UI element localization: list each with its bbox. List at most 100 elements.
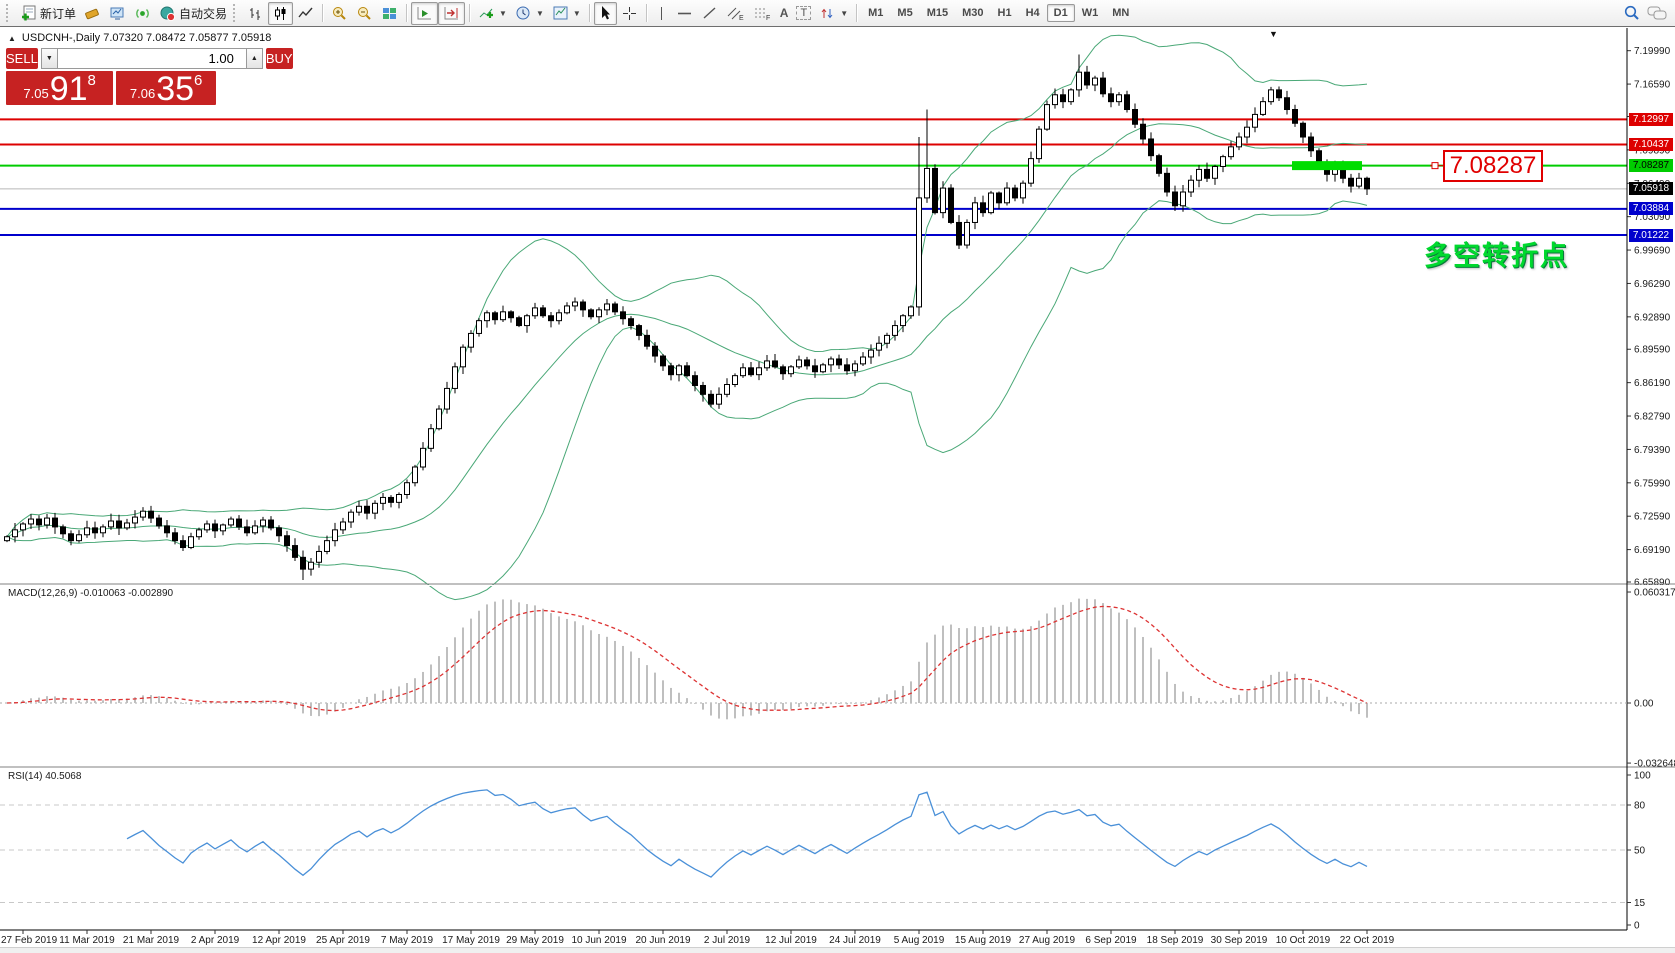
highlight-segment[interactable]	[1292, 161, 1362, 170]
indicators-button[interactable]: ▼	[474, 2, 511, 25]
autotrading-label: 自动交易	[179, 5, 227, 22]
svg-text:6.89590: 6.89590	[1634, 345, 1671, 356]
trendline-icon	[701, 5, 718, 22]
candlestick-chart-button[interactable]	[268, 2, 293, 25]
chart-menu-arrow-icon[interactable]: ▼	[1269, 29, 1278, 39]
tab-timeframe-H4[interactable]: H4	[1019, 4, 1047, 22]
svg-text:12 Apr 2019: 12 Apr 2019	[252, 935, 306, 946]
vertical-line-icon	[655, 5, 668, 22]
terminal-icon	[109, 5, 126, 22]
svg-text:6.79390: 6.79390	[1634, 445, 1671, 456]
svg-text:6.92890: 6.92890	[1634, 312, 1671, 323]
search-icon[interactable]	[1623, 4, 1641, 22]
candlestick-chart-icon	[272, 5, 289, 22]
svg-text:7 May 2019: 7 May 2019	[381, 935, 434, 946]
tile-windows-button[interactable]	[377, 2, 402, 25]
main-price-axis: 7.199907.165907.132907.098907.064907.030…	[1627, 46, 1671, 588]
channel-icon: E	[726, 5, 745, 22]
auto-scroll-button[interactable]	[411, 2, 438, 25]
crosshair-button[interactable]	[617, 2, 642, 25]
new-order-button[interactable]: 新订单	[16, 2, 80, 25]
tab-timeframe-MN[interactable]: MN	[1105, 4, 1136, 22]
tab-timeframe-M30[interactable]: M30	[955, 4, 990, 22]
tab-timeframe-H1[interactable]: H1	[991, 4, 1019, 22]
tab-timeframe-M1[interactable]: M1	[861, 4, 890, 22]
tab-timeframe-M15[interactable]: M15	[920, 4, 955, 22]
templates-button[interactable]: ▼	[548, 2, 585, 25]
zoom-in-button[interactable]	[327, 2, 352, 25]
vertical-line-button[interactable]	[651, 2, 672, 25]
line-chart-icon	[297, 5, 314, 22]
tab-timeframe-D1[interactable]: D1	[1047, 4, 1075, 22]
terminal-button[interactable]	[105, 2, 130, 25]
collapse-arrow-icon[interactable]: ▲	[8, 34, 16, 43]
buy-price-display[interactable]: 7.06 35 6	[116, 71, 216, 105]
sell-price-display[interactable]: 7.05 91 8	[6, 71, 113, 105]
svg-text:E: E	[739, 15, 744, 22]
autotrading-icon	[159, 5, 176, 22]
line-chart-button[interactable]	[293, 2, 318, 25]
turning-point-annotation: 多空转折点	[1424, 234, 1569, 273]
chat-icon[interactable]	[1647, 5, 1667, 21]
text-tool-label: A	[780, 6, 789, 20]
volume-input[interactable]	[58, 48, 246, 69]
chart-area[interactable]: 7.199907.165907.132907.098907.064907.030…	[0, 28, 1675, 953]
price-badge-7.08287: 7.08287	[1629, 159, 1673, 172]
macd-signal-line	[7, 606, 1367, 710]
sell-button[interactable]: SELL	[6, 48, 38, 69]
zoom-out-button[interactable]	[352, 2, 377, 25]
arrows-button[interactable]: ▼	[815, 2, 852, 25]
price-badge-7.05918: 7.05918	[1629, 182, 1673, 195]
indicators-caret-icon[interactable]: ▼	[499, 9, 507, 18]
fibonacci-button[interactable]: F	[749, 2, 776, 25]
rsi-line	[127, 790, 1367, 877]
toolbar-separator	[322, 4, 323, 22]
svg-text:6.99690: 6.99690	[1634, 246, 1671, 257]
rsi-label: RSI(14) 40.5068	[8, 771, 81, 782]
bar-chart-button[interactable]	[243, 2, 268, 25]
buy-button[interactable]: BUY	[266, 48, 293, 69]
fibonacci-icon: F	[753, 5, 772, 22]
price-badge-7.03884: 7.03884	[1629, 202, 1673, 215]
price-callout-box[interactable]: 7.08287	[1443, 150, 1543, 182]
svg-text:6.75990: 6.75990	[1634, 478, 1671, 489]
label-tool-label: T	[796, 6, 811, 20]
autotrading-button[interactable]: 自动交易	[155, 2, 231, 25]
toolbar-right-group	[1623, 4, 1671, 22]
toolbar-separator	[856, 4, 857, 22]
symbol-header: ▲USDCNH-,Daily 7.07320 7.08472 7.05877 7…	[8, 32, 271, 44]
periods-button[interactable]: ▼	[511, 2, 548, 25]
svg-text:80: 80	[1634, 801, 1646, 812]
volume-increase-button[interactable]: ▲	[246, 48, 263, 69]
price-badge-7.10437: 7.10437	[1629, 138, 1673, 151]
svg-text:15: 15	[1634, 898, 1646, 909]
svg-text:6.96290: 6.96290	[1634, 279, 1671, 290]
volume-decrease-button[interactable]: ▼	[41, 48, 58, 69]
toolbar-grip	[233, 4, 238, 22]
arrows-icon	[819, 5, 836, 22]
one-click-trading-panel: SELL ▼ ▲ BUY 7.05 91 8 7.06 35 6	[6, 48, 216, 105]
signals-button[interactable]	[130, 2, 155, 25]
svg-text:24 Jul 2019: 24 Jul 2019	[829, 935, 881, 946]
label-tool-button[interactable]: T	[792, 3, 815, 23]
chart-shift-icon	[442, 5, 461, 22]
svg-text:-0.032648: -0.032648	[1634, 759, 1675, 770]
zoom-in-icon	[331, 5, 348, 22]
price-level-lines	[0, 119, 1627, 235]
metaeditor-button[interactable]	[80, 2, 105, 25]
templates-caret-icon[interactable]: ▼	[573, 9, 581, 18]
svg-text:15 Aug 2019: 15 Aug 2019	[955, 935, 1012, 946]
tab-timeframe-W1[interactable]: W1	[1075, 4, 1106, 22]
periods-caret-icon[interactable]: ▼	[536, 9, 544, 18]
callout-anchor[interactable]	[1432, 163, 1438, 169]
main-toolbar: 新订单 自动交易	[0, 0, 1675, 27]
cursor-button[interactable]	[594, 2, 617, 25]
text-tool-button[interactable]: A	[776, 3, 793, 23]
horizontal-line-button[interactable]	[672, 2, 697, 25]
equidistant-channel-button[interactable]: E	[722, 2, 749, 25]
arrows-caret-icon[interactable]: ▼	[840, 9, 848, 18]
trendline-button[interactable]	[697, 2, 722, 25]
tab-timeframe-M5[interactable]: M5	[890, 4, 919, 22]
svg-text:11 Mar 2019: 11 Mar 2019	[59, 935, 115, 946]
chart-shift-button[interactable]	[438, 2, 465, 25]
